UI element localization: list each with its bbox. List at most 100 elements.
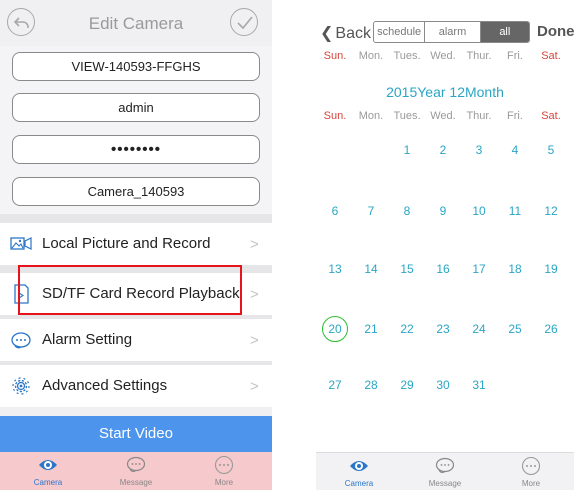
tab-label: Camera	[33, 478, 63, 487]
weekday-label: Thur.	[466, 50, 492, 62]
more-icon	[214, 455, 234, 475]
username-field[interactable]: admin	[12, 93, 260, 122]
calendar-day[interactable]: 1	[389, 140, 425, 160]
message-icon	[435, 457, 455, 474]
calendar-day[interactable]: 25	[497, 319, 533, 339]
calendar-day[interactable]: 4	[497, 140, 533, 160]
tab-message[interactable]: Message	[402, 453, 488, 490]
calendar-day[interactable]: 28	[353, 375, 389, 395]
menu-item-label: Advanced Settings	[42, 377, 168, 394]
picture-icon	[10, 237, 32, 250]
calendar-day[interactable]: 12	[533, 201, 569, 221]
screen: Edit Camera VIEW-140593-FFGHS admin ••••…	[0, 0, 574, 490]
calendar-day[interactable]: 27	[317, 375, 353, 395]
weekday-header-top: Sun. Mon. Tues. Wed. Thur. Fri. Sat.	[316, 50, 574, 64]
weekday-label: Sun.	[323, 110, 347, 122]
device-id-field[interactable]: VIEW-140593-FFGHS	[12, 52, 260, 81]
calendar-day[interactable]: 26	[533, 319, 569, 339]
tab-bar: Camera Message More	[0, 452, 272, 490]
divider	[0, 214, 272, 223]
calendar-panel: ❮ Back schedule alarm all Done Sun. Mon. Tu…	[316, 0, 574, 490]
chevron-left-icon: ❮	[320, 25, 334, 42]
chevron-right-icon: >	[250, 236, 259, 253]
calendar-day[interactable]: 13	[317, 259, 353, 279]
calendar-day[interactable]: 7	[353, 201, 389, 221]
eye-icon	[39, 460, 57, 470]
calendar-day[interactable]: 31	[461, 375, 497, 395]
month-label: 2015Year 12Month	[386, 84, 504, 100]
tab-bar: Camera Message More	[316, 452, 574, 490]
weekday-header: Sun. Mon. Tues. Wed. Thur. Fri. Sat.	[316, 110, 574, 124]
segment-alarm[interactable]: alarm	[425, 22, 481, 42]
calendar-day[interactable]: 19	[533, 259, 569, 279]
segment-all[interactable]: all	[480, 22, 529, 42]
checkmark-icon	[237, 16, 253, 30]
weekday-label: Tues.	[393, 50, 421, 62]
divider	[0, 407, 272, 416]
chevron-right-icon: >	[250, 378, 259, 395]
calendar-day-selected[interactable]: 20	[317, 319, 353, 339]
menu-item-alarm-setting[interactable]: Alarm Setting >	[0, 319, 272, 361]
weekday-label: Wed.	[430, 50, 456, 62]
calendar-day[interactable]: 29	[389, 375, 425, 395]
edit-camera-panel: Edit Camera VIEW-140593-FFGHS admin ••••…	[0, 0, 272, 490]
tab-more[interactable]: More	[184, 452, 264, 490]
tab-camera[interactable]: Camera	[8, 452, 88, 490]
gear-icon	[12, 377, 30, 395]
confirm-button[interactable]	[230, 8, 258, 36]
calendar-day[interactable]: 30	[425, 375, 461, 395]
camera-fields: VIEW-140593-FFGHS admin •••••••• Camera_…	[0, 46, 272, 214]
calendar-day[interactable]: 9	[425, 201, 461, 221]
calendar-day[interactable]: 22	[389, 319, 425, 339]
camera-name-field[interactable]: Camera_140593	[12, 177, 260, 206]
calendar-day[interactable]: 3	[461, 140, 497, 160]
calendar-nav-bar: ❮ Back schedule alarm all Done	[316, 18, 574, 48]
calendar-day[interactable]: 5	[533, 140, 569, 160]
menu-item-label: Alarm Setting	[42, 331, 133, 348]
calendar-day[interactable]: 6	[317, 201, 353, 221]
weekday-label: Sun.	[323, 50, 347, 62]
calendar-day[interactable]: 17	[461, 259, 497, 279]
highlight-annotation	[18, 265, 242, 315]
calendar-day[interactable]: 24	[461, 319, 497, 339]
calendar-day[interactable]: 14	[353, 259, 389, 279]
calendar-day[interactable]: 8	[389, 201, 425, 221]
weekday-label: Thur.	[466, 110, 492, 122]
filter-segmented-control: schedule alarm all	[373, 21, 530, 43]
menu-item-local-picture[interactable]: Local Picture and Record >	[0, 223, 272, 265]
alarm-icon	[11, 332, 31, 349]
weekday-label: Mon.	[358, 110, 384, 122]
calendar-day[interactable]: 18	[497, 259, 533, 279]
weekday-label: Tues.	[393, 110, 421, 122]
weekday-label: Wed.	[430, 110, 456, 122]
done-button[interactable]: Done	[537, 23, 574, 40]
menu-item-label: Local Picture and Record	[42, 235, 211, 252]
back-button[interactable]: ❮ Back	[320, 23, 371, 43]
tab-label: More	[214, 478, 234, 487]
tab-camera[interactable]: Camera	[316, 453, 402, 490]
calendar-day[interactable]: 23	[425, 319, 461, 339]
calendar-day[interactable]: 11	[497, 201, 533, 221]
start-video-button[interactable]: Start Video	[0, 416, 272, 452]
chevron-right-icon: >	[250, 286, 259, 303]
weekday-label: Fri.	[507, 50, 523, 62]
message-icon	[126, 456, 146, 473]
segment-schedule[interactable]: schedule	[374, 22, 426, 42]
calendar-day[interactable]: 15	[389, 259, 425, 279]
tab-message[interactable]: Message	[96, 452, 176, 490]
password-field[interactable]: ••••••••	[12, 135, 260, 164]
calendar-day[interactable]: 2	[425, 140, 461, 160]
tab-label: Message	[428, 479, 462, 488]
weekday-label: Sat.	[541, 50, 561, 62]
eye-icon	[350, 461, 368, 471]
tab-label: Camera	[344, 479, 374, 488]
calendar-day[interactable]: 16	[425, 259, 461, 279]
menu-item-advanced-settings[interactable]: Advanced Settings >	[0, 365, 272, 407]
more-icon	[521, 456, 541, 476]
tab-label: More	[521, 479, 541, 488]
calendar-day[interactable]: 10	[461, 201, 497, 221]
back-label: Back	[335, 25, 371, 42]
nav-bar: Edit Camera	[0, 0, 272, 46]
tab-more[interactable]: More	[488, 453, 574, 490]
calendar-day[interactable]: 21	[353, 319, 389, 339]
